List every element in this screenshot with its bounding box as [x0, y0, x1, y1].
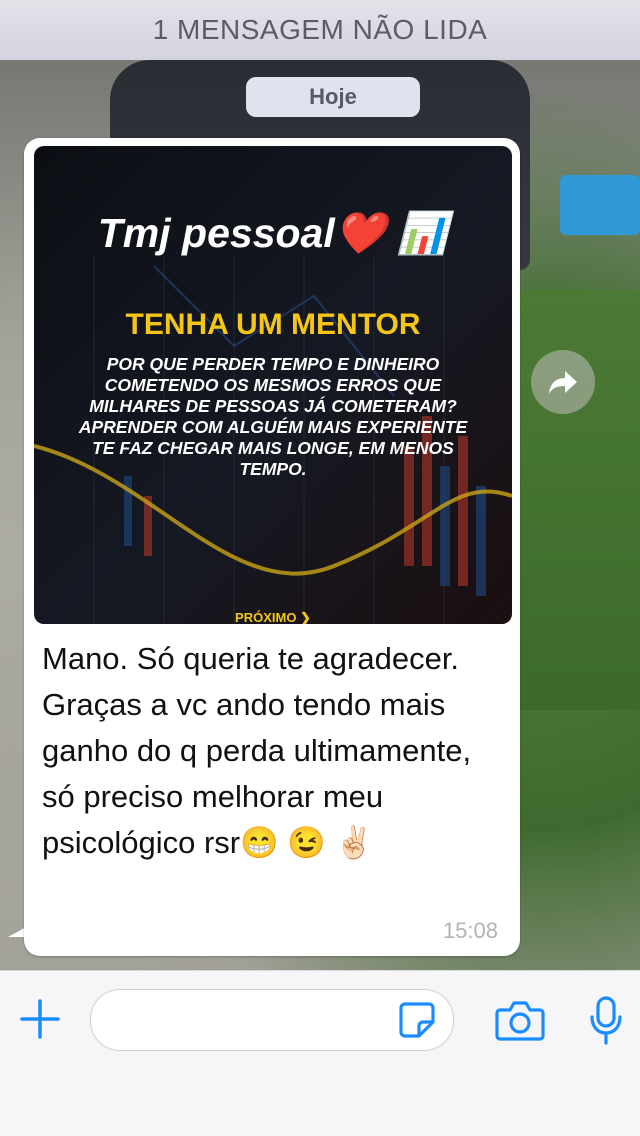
message-input-bar: [0, 970, 640, 1071]
plus-icon: [20, 999, 60, 1039]
message-text: Mano. Só queria te agradecer. Graças a v…: [42, 641, 472, 860]
message-timestamp: 15:08: [442, 918, 498, 943]
unread-messages-banner: 1 MENSAGEM NÃO LIDA: [0, 0, 640, 60]
image-body-text: Por que perder tempo e dinheiro cometend…: [78, 354, 468, 479]
forward-button[interactable]: [531, 350, 595, 414]
message-input[interactable]: [111, 1000, 395, 1040]
image-heading: TENHA UM MENTOR: [125, 308, 421, 341]
incoming-message-bubble[interactable]: Tmj pessoal❤️ 📊 TENHA UM MENTOR Por que …: [24, 138, 520, 956]
microphone-button[interactable]: [582, 993, 630, 1049]
image-next-label: PRÓXIMO ❯: [235, 610, 311, 624]
wallpaper-grass: [520, 290, 640, 710]
mic-icon: [590, 996, 622, 1045]
camera-button[interactable]: [492, 995, 548, 1045]
message-image[interactable]: Tmj pessoal❤️ 📊 TENHA UM MENTOR Por que …: [34, 146, 512, 624]
unread-label: 1 MENSAGEM NÃO LIDA: [152, 14, 488, 45]
camera-icon: [495, 1001, 545, 1041]
forward-arrow-icon: [549, 371, 577, 394]
attach-button[interactable]: [14, 993, 66, 1045]
sticker-button[interactable]: [396, 999, 438, 1041]
date-separator: Hoje: [246, 77, 420, 117]
image-caption: Tmj pessoal❤️ 📊: [97, 210, 449, 256]
wallpaper-pool: [560, 175, 640, 235]
bottom-safe-area: [0, 1070, 640, 1136]
sticker-icon: [399, 1002, 435, 1038]
